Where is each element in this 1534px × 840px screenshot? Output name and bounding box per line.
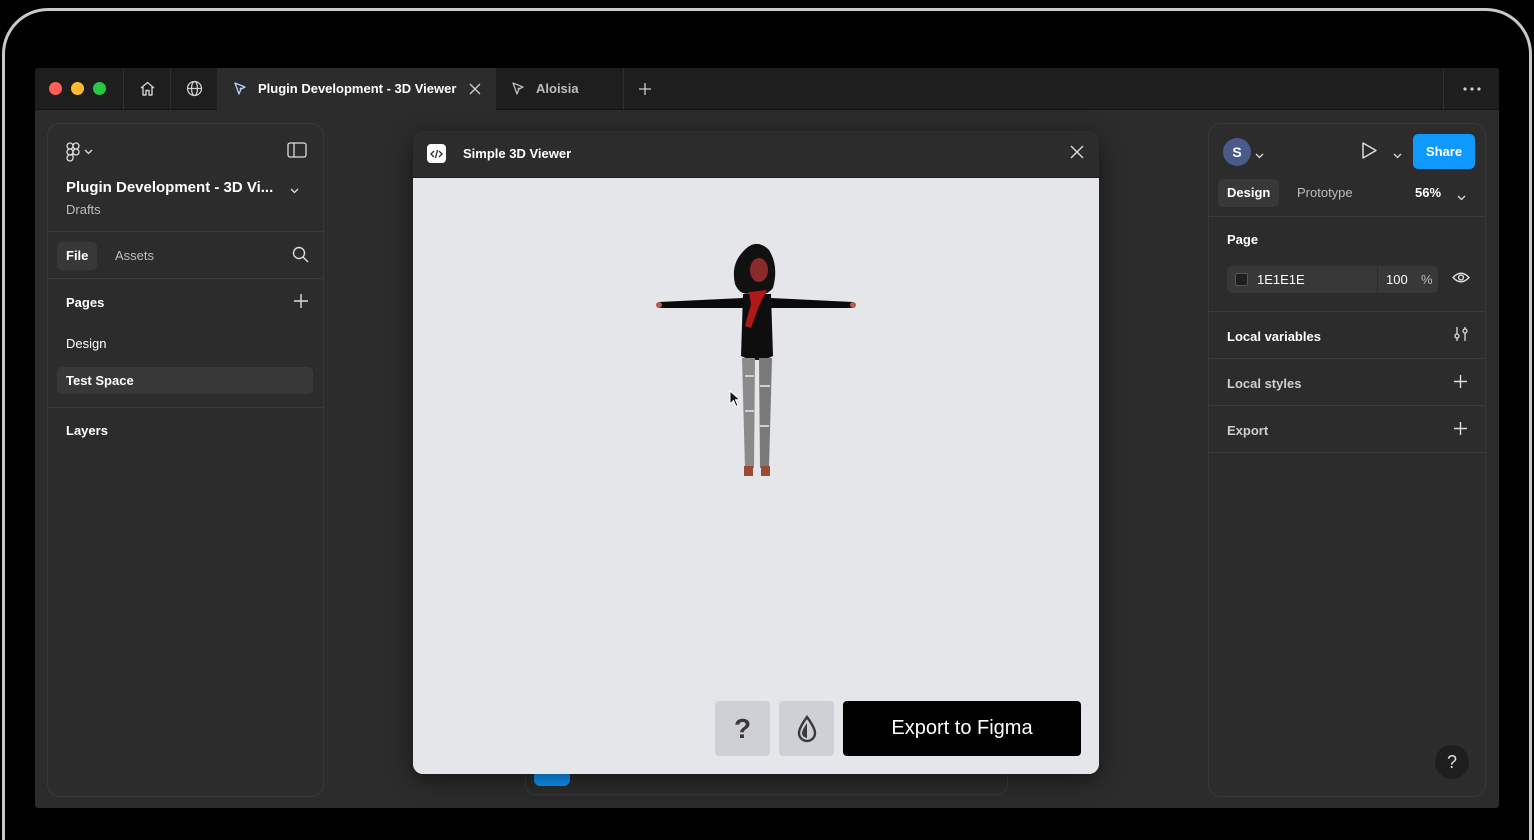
left-sidebar: Plugin Development - 3D Vi... Drafts Fil… — [48, 124, 323, 796]
pages-heading: Pages — [66, 295, 105, 310]
help-button[interactable]: ? — [715, 701, 770, 756]
zoom-level[interactable]: 56% — [1415, 179, 1441, 207]
globe-icon — [186, 80, 202, 97]
help-resources-button[interactable]: ? — [1435, 745, 1469, 779]
tab-label: Aloisia — [536, 81, 579, 96]
divider — [48, 407, 323, 408]
tab-design[interactable]: Design — [1218, 179, 1280, 207]
tab-label: Plugin Development - 3D Viewer — [258, 81, 457, 96]
tab-plugin-development[interactable]: Plugin Development - 3D Viewer — [217, 68, 495, 110]
chevron-down-icon — [84, 149, 93, 155]
opacity-value[interactable]: 100 — [1386, 266, 1408, 293]
background-color-field[interactable]: 1E1E1E — [1227, 266, 1377, 293]
file-menu-chevron[interactable] — [290, 181, 299, 199]
chevron-down-icon — [1393, 153, 1402, 159]
maximize-window-button[interactable] — [93, 82, 106, 95]
figma-logo-icon — [66, 142, 80, 162]
search-button[interactable] — [292, 246, 309, 268]
plus-icon — [294, 294, 308, 308]
community-button[interactable] — [170, 68, 217, 110]
export-label: Export — [1227, 423, 1269, 438]
file-title[interactable]: Plugin Development - 3D Vi... — [66, 179, 273, 196]
window-controls — [35, 82, 123, 95]
close-tab-icon[interactable] — [469, 83, 481, 95]
chevron-down-icon — [290, 188, 299, 194]
design-file-icon — [234, 81, 246, 95]
divider — [1209, 452, 1485, 453]
plus-icon — [638, 82, 651, 95]
play-icon — [1362, 142, 1377, 159]
move-tool-button[interactable] — [534, 772, 570, 786]
3d-character-model[interactable] — [655, 236, 857, 481]
new-tab-button[interactable] — [623, 68, 665, 110]
export-to-figma-button[interactable]: Export to Figma — [843, 701, 1081, 756]
chevron-down-icon — [1255, 153, 1264, 159]
opacity-unit: % — [1421, 272, 1433, 287]
tab-aloisia[interactable]: Aloisia — [495, 68, 623, 110]
plugin-window: Simple 3D Viewer ? Export to Figma — [413, 131, 1099, 774]
plugin-header: Simple 3D Viewer — [413, 131, 1099, 178]
title-bar: Plugin Development - 3D Viewer Aloisia — [35, 68, 1499, 110]
properties-tabs: Design Prototype 56% — [1209, 179, 1485, 217]
plus-icon — [1454, 422, 1467, 435]
tab-file[interactable]: File — [57, 242, 98, 270]
home-button[interactable] — [123, 68, 170, 110]
3d-viewport[interactable]: ? Export to Figma — [413, 178, 1099, 774]
add-style-button[interactable] — [1453, 374, 1468, 394]
tab-prototype[interactable]: Prototype — [1297, 179, 1353, 207]
present-options-chevron[interactable] — [1393, 146, 1402, 164]
layers-heading: Layers — [66, 423, 108, 438]
local-styles-label: Local styles — [1227, 376, 1302, 391]
divider — [1209, 405, 1485, 406]
sidebar-icon — [287, 142, 307, 158]
home-icon — [140, 81, 154, 96]
sidebar-tabs: File Assets — [48, 232, 323, 279]
divider — [1209, 358, 1485, 359]
question-icon: ? — [733, 712, 752, 744]
page-section-heading: Page — [1227, 232, 1259, 247]
add-export-button[interactable] — [1453, 421, 1468, 441]
plugin-code-icon — [427, 144, 446, 163]
more-options-button[interactable] — [1443, 68, 1499, 110]
mouse-cursor-icon — [729, 390, 741, 408]
chevron-down-icon — [1457, 195, 1466, 201]
more-icon — [1462, 87, 1481, 91]
present-button[interactable] — [1361, 141, 1378, 165]
add-page-button[interactable] — [293, 293, 309, 314]
zoom-menu-chevron[interactable] — [1457, 188, 1466, 206]
local-variables-label[interactable]: Local variables — [1227, 329, 1321, 344]
multiplayer-menu-chevron[interactable] — [1255, 146, 1264, 164]
color-swatch[interactable] — [1235, 273, 1248, 286]
right-sidebar: S Share Design Prototype 56% Page 1E1E1E… — [1209, 124, 1485, 796]
close-plugin-button[interactable] — [1070, 145, 1084, 164]
main-menu-button[interactable] — [66, 142, 93, 162]
page-item-design[interactable]: Design — [57, 330, 313, 357]
file-location[interactable]: Drafts — [66, 202, 101, 217]
eye-icon — [1452, 272, 1470, 283]
avatar[interactable]: S — [1223, 138, 1251, 166]
app-window: Plugin Development - 3D Viewer Aloisia P… — [35, 68, 1499, 808]
tab-assets[interactable]: Assets — [115, 242, 154, 270]
file-header: Plugin Development - 3D Vi... Drafts — [48, 124, 323, 232]
background-opacity-field[interactable]: 100 % — [1378, 266, 1438, 293]
close-icon — [1070, 145, 1084, 159]
plugin-title: Simple 3D Viewer — [463, 146, 572, 161]
design-file-icon — [512, 81, 524, 95]
open-variables-button[interactable] — [1453, 326, 1469, 347]
divider — [1209, 311, 1485, 312]
close-window-button[interactable] — [49, 82, 62, 95]
plus-icon — [1454, 375, 1467, 388]
share-button[interactable]: Share — [1413, 134, 1475, 169]
color-button[interactable] — [779, 701, 834, 756]
minimize-window-button[interactable] — [71, 82, 84, 95]
toggle-visibility-button[interactable] — [1452, 271, 1470, 289]
variables-sliders-icon — [1454, 327, 1468, 341]
page-item-test-space[interactable]: Test Space — [57, 367, 313, 394]
background-hex-value[interactable]: 1E1E1E — [1257, 266, 1305, 293]
toggle-sidebar-button[interactable] — [287, 142, 307, 163]
water-drop-icon — [797, 714, 816, 742]
search-icon — [292, 246, 309, 263]
